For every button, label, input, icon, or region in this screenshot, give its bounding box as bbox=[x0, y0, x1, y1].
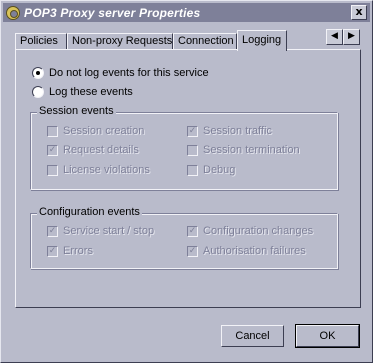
checkbox-session-creation-box[interactable] bbox=[47, 125, 58, 137]
checkbox-session-creation[interactable]: Session creation bbox=[47, 125, 144, 137]
checkbox-license-violations-label: License violations bbox=[63, 164, 150, 176]
checkbox-authorisation-failures[interactable]: ✓ Authorisation failures bbox=[187, 245, 306, 257]
radio-log-events-indicator[interactable] bbox=[32, 86, 44, 98]
tab-non-proxy-requests[interactable]: Non-proxy Requests bbox=[67, 33, 173, 50]
checkbox-service-start-stop-label: Service start / stop bbox=[63, 225, 155, 237]
checkbox-configuration-changes-box[interactable]: ✓ bbox=[187, 225, 198, 237]
checkbox-session-termination-box[interactable] bbox=[187, 144, 198, 156]
checkbox-session-traffic-box[interactable]: ✓ bbox=[187, 125, 198, 137]
checkbox-license-violations[interactable]: License violations bbox=[47, 164, 150, 176]
tab-scroll-left-button[interactable]: ◀ bbox=[326, 29, 343, 45]
configuration-events-group: Configuration events ✓ Service start / s… bbox=[30, 206, 338, 269]
checkbox-session-traffic[interactable]: ✓ Session traffic bbox=[187, 125, 272, 137]
tab-connection[interactable]: Connection bbox=[173, 33, 237, 50]
checkbox-authorisation-failures-label: Authorisation failures bbox=[203, 245, 306, 257]
checkbox-session-termination-label: Session termination bbox=[203, 144, 300, 156]
window-title: POP3 Proxy server Properties bbox=[24, 5, 201, 20]
tab-logging[interactable]: Logging bbox=[237, 30, 287, 51]
checkbox-debug[interactable]: Debug bbox=[187, 164, 235, 176]
checkbox-service-start-stop-box[interactable]: ✓ bbox=[47, 225, 58, 237]
properties-dialog: POP3 Proxy server Properties x Policies … bbox=[0, 0, 373, 363]
checkbox-debug-box[interactable] bbox=[187, 164, 198, 176]
radio-no-log-indicator[interactable] bbox=[32, 67, 44, 79]
checkbox-errors[interactable]: ✓ Errors bbox=[47, 245, 93, 257]
checkbox-session-traffic-label: Session traffic bbox=[203, 125, 272, 137]
logging-panel: Do not log events for this service Log t… bbox=[15, 49, 361, 308]
ok-button[interactable]: OK bbox=[295, 324, 360, 348]
title-bar[interactable]: POP3 Proxy server Properties x bbox=[3, 3, 370, 22]
checkbox-license-violations-box[interactable] bbox=[47, 164, 58, 176]
close-button[interactable]: x bbox=[351, 5, 367, 20]
checkbox-service-start-stop[interactable]: ✓ Service start / stop bbox=[47, 225, 154, 237]
radio-log-events-label: Log these events bbox=[49, 86, 133, 98]
tab-scroll-right-button[interactable]: ▶ bbox=[343, 29, 360, 45]
session-events-group: Session events Session creation ✓ Sessio… bbox=[30, 105, 338, 190]
radio-no-log-label: Do not log events for this service bbox=[49, 67, 209, 79]
radio-log-events[interactable]: Log these events bbox=[32, 86, 133, 98]
checkbox-authorisation-failures-box[interactable]: ✓ bbox=[187, 245, 198, 257]
radio-no-log[interactable]: Do not log events for this service bbox=[32, 67, 209, 79]
configuration-events-label: Configuration events bbox=[37, 206, 142, 219]
session-events-label: Session events bbox=[37, 105, 116, 118]
checkbox-configuration-changes[interactable]: ✓ Configuration changes bbox=[187, 225, 313, 237]
checkbox-session-termination[interactable]: Session termination bbox=[187, 144, 300, 156]
checkbox-errors-box[interactable]: ✓ bbox=[47, 245, 58, 257]
checkbox-configuration-changes-label: Configuration changes bbox=[203, 225, 314, 237]
tab-scroll-arrows: ◀ ▶ bbox=[326, 29, 360, 45]
checkbox-request-details-label: Request details bbox=[63, 144, 139, 156]
checkbox-errors-label: Errors bbox=[63, 245, 93, 257]
tab-policies[interactable]: Policies bbox=[15, 33, 67, 50]
app-icon bbox=[6, 5, 20, 20]
checkbox-request-details-box[interactable]: ✓ bbox=[47, 144, 58, 156]
checkbox-request-details[interactable]: ✓ Request details bbox=[47, 144, 139, 156]
cancel-button[interactable]: Cancel bbox=[221, 325, 284, 347]
checkbox-session-creation-label: Session creation bbox=[63, 125, 145, 137]
checkbox-debug-label: Debug bbox=[203, 164, 236, 176]
